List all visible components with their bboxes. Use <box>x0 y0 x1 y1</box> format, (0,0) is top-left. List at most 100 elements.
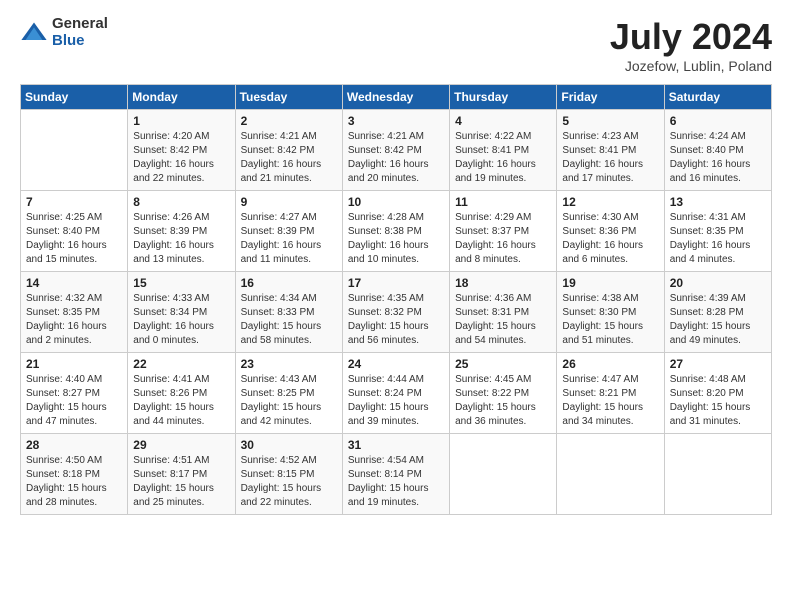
cell-4-4 <box>450 434 557 515</box>
day-detail-4-2: Sunrise: 4:52 AM Sunset: 8:15 PM Dayligh… <box>241 454 337 510</box>
day-number-2-6: 20 <box>670 276 766 290</box>
cell-0-6: 6 Sunrise: 4:24 AM Sunset: 8:40 PM Daylig… <box>664 110 771 191</box>
day-detail-0-4: Sunrise: 4:22 AM Sunset: 8:41 PM Dayligh… <box>455 130 551 186</box>
day-number-2-3: 17 <box>348 276 444 290</box>
day-number-4-1: 29 <box>133 438 229 452</box>
day-detail-2-6: Sunrise: 4:39 AM Sunset: 8:28 PM Dayligh… <box>670 292 766 348</box>
cell-3-4: 25 Sunrise: 4:45 AM Sunset: 8:22 PM Dayli… <box>450 353 557 434</box>
day-number-0-2: 2 <box>241 114 337 128</box>
day-detail-3-1: Sunrise: 4:41 AM Sunset: 8:26 PM Dayligh… <box>133 373 229 429</box>
day-number-0-5: 5 <box>562 114 658 128</box>
day-detail-3-5: Sunrise: 4:47 AM Sunset: 8:21 PM Dayligh… <box>562 373 658 429</box>
day-detail-0-3: Sunrise: 4:21 AM Sunset: 8:42 PM Dayligh… <box>348 130 444 186</box>
day-detail-0-6: Sunrise: 4:24 AM Sunset: 8:40 PM Dayligh… <box>670 130 766 186</box>
day-number-4-0: 28 <box>26 438 122 452</box>
day-number-1-1: 8 <box>133 195 229 209</box>
logo-general-text: General <box>52 16 108 33</box>
day-number-0-4: 4 <box>455 114 551 128</box>
day-number-2-1: 15 <box>133 276 229 290</box>
cell-0-1: 1 Sunrise: 4:20 AM Sunset: 8:42 PM Daylig… <box>128 110 235 191</box>
title-block: July 2024 Jozefow, Lublin, Poland <box>610 16 772 74</box>
calendar-body: 1 Sunrise: 4:20 AM Sunset: 8:42 PM Daylig… <box>21 110 772 515</box>
cell-2-1: 15Sunrise: 4:33 AM Sunset: 8:34 PM Dayli… <box>128 272 235 353</box>
day-detail-0-2: Sunrise: 4:21 AM Sunset: 8:42 PM Dayligh… <box>241 130 337 186</box>
main-title: July 2024 <box>610 16 772 58</box>
week-row-3: 21 Sunrise: 4:40 AM Sunset: 8:27 PM Dayli… <box>21 353 772 434</box>
day-number-4-3: 31 <box>348 438 444 452</box>
header-monday: Monday <box>128 85 235 110</box>
week-row-0: 1 Sunrise: 4:20 AM Sunset: 8:42 PM Daylig… <box>21 110 772 191</box>
cell-0-4: 4 Sunrise: 4:22 AM Sunset: 8:41 PM Daylig… <box>450 110 557 191</box>
cell-2-0: 14Sunrise: 4:32 AM Sunset: 8:35 PM Dayli… <box>21 272 128 353</box>
logo-text: General Blue <box>52 16 108 49</box>
header-row: General Blue July 2024 Jozefow, Lublin, … <box>20 16 772 74</box>
cell-4-2: 30Sunrise: 4:52 AM Sunset: 8:15 PM Dayli… <box>235 434 342 515</box>
day-detail-3-6: Sunrise: 4:48 AM Sunset: 8:20 PM Dayligh… <box>670 373 766 429</box>
cell-1-4: 11 Sunrise: 4:29 AM Sunset: 8:37 PM Dayli… <box>450 191 557 272</box>
day-number-2-2: 16 <box>241 276 337 290</box>
day-detail-2-3: Sunrise: 4:35 AM Sunset: 8:32 PM Dayligh… <box>348 292 444 348</box>
day-number-3-4: 25 <box>455 357 551 371</box>
day-number-2-4: 18 <box>455 276 551 290</box>
day-detail-0-1: Sunrise: 4:20 AM Sunset: 8:42 PM Dayligh… <box>133 130 229 186</box>
cell-0-0 <box>21 110 128 191</box>
cell-3-3: 24 Sunrise: 4:44 AM Sunset: 8:24 PM Dayli… <box>342 353 449 434</box>
cell-3-0: 21 Sunrise: 4:40 AM Sunset: 8:27 PM Dayli… <box>21 353 128 434</box>
header-thursday: Thursday <box>450 85 557 110</box>
week-row-1: 7Sunrise: 4:25 AM Sunset: 8:40 PM Daylig… <box>21 191 772 272</box>
cell-2-3: 17 Sunrise: 4:35 AM Sunset: 8:32 PM Dayli… <box>342 272 449 353</box>
day-detail-1-4: Sunrise: 4:29 AM Sunset: 8:37 PM Dayligh… <box>455 211 551 267</box>
day-detail-2-5: Sunrise: 4:38 AM Sunset: 8:30 PM Dayligh… <box>562 292 658 348</box>
cell-1-2: 9Sunrise: 4:27 AM Sunset: 8:39 PM Daylig… <box>235 191 342 272</box>
header-sunday: Sunday <box>21 85 128 110</box>
day-detail-1-5: Sunrise: 4:30 AM Sunset: 8:36 PM Dayligh… <box>562 211 658 267</box>
cell-2-4: 18 Sunrise: 4:36 AM Sunset: 8:31 PM Dayli… <box>450 272 557 353</box>
day-number-3-2: 23 <box>241 357 337 371</box>
calendar-header: Sunday Monday Tuesday Wednesday Thursday… <box>21 85 772 110</box>
header-wednesday: Wednesday <box>342 85 449 110</box>
cell-0-5: 5 Sunrise: 4:23 AM Sunset: 8:41 PM Daylig… <box>557 110 664 191</box>
day-number-3-3: 24 <box>348 357 444 371</box>
cell-3-5: 26 Sunrise: 4:47 AM Sunset: 8:21 PM Dayli… <box>557 353 664 434</box>
day-number-0-6: 6 <box>670 114 766 128</box>
cell-4-6 <box>664 434 771 515</box>
day-detail-2-0: Sunrise: 4:32 AM Sunset: 8:35 PM Dayligh… <box>26 292 122 348</box>
cell-3-2: 23Sunrise: 4:43 AM Sunset: 8:25 PM Dayli… <box>235 353 342 434</box>
week-row-4: 28 Sunrise: 4:50 AM Sunset: 8:18 PM Dayli… <box>21 434 772 515</box>
cell-0-3: 3 Sunrise: 4:21 AM Sunset: 8:42 PM Daylig… <box>342 110 449 191</box>
day-detail-2-2: Sunrise: 4:34 AM Sunset: 8:33 PM Dayligh… <box>241 292 337 348</box>
main-container: General Blue July 2024 Jozefow, Lublin, … <box>0 0 792 525</box>
cell-2-6: 20 Sunrise: 4:39 AM Sunset: 8:28 PM Dayli… <box>664 272 771 353</box>
day-number-1-6: 13 <box>670 195 766 209</box>
day-number-0-3: 3 <box>348 114 444 128</box>
day-number-1-5: 12 <box>562 195 658 209</box>
day-number-0-1: 1 <box>133 114 229 128</box>
cell-3-1: 22 Sunrise: 4:41 AM Sunset: 8:26 PM Dayli… <box>128 353 235 434</box>
day-detail-2-4: Sunrise: 4:36 AM Sunset: 8:31 PM Dayligh… <box>455 292 551 348</box>
day-detail-4-0: Sunrise: 4:50 AM Sunset: 8:18 PM Dayligh… <box>26 454 122 510</box>
day-detail-0-5: Sunrise: 4:23 AM Sunset: 8:41 PM Dayligh… <box>562 130 658 186</box>
cell-1-6: 13Sunrise: 4:31 AM Sunset: 8:35 PM Dayli… <box>664 191 771 272</box>
cell-4-0: 28 Sunrise: 4:50 AM Sunset: 8:18 PM Dayli… <box>21 434 128 515</box>
day-detail-3-0: Sunrise: 4:40 AM Sunset: 8:27 PM Dayligh… <box>26 373 122 429</box>
day-detail-3-3: Sunrise: 4:44 AM Sunset: 8:24 PM Dayligh… <box>348 373 444 429</box>
cell-0-2: 2 Sunrise: 4:21 AM Sunset: 8:42 PM Daylig… <box>235 110 342 191</box>
calendar-table: Sunday Monday Tuesday Wednesday Thursday… <box>20 84 772 515</box>
cell-2-2: 16 Sunrise: 4:34 AM Sunset: 8:33 PM Dayli… <box>235 272 342 353</box>
day-number-1-3: 10 <box>348 195 444 209</box>
header-saturday: Saturday <box>664 85 771 110</box>
subtitle: Jozefow, Lublin, Poland <box>610 58 772 74</box>
day-number-1-2: 9 <box>241 195 337 209</box>
cell-1-3: 10 Sunrise: 4:28 AM Sunset: 8:38 PM Dayli… <box>342 191 449 272</box>
day-detail-1-3: Sunrise: 4:28 AM Sunset: 8:38 PM Dayligh… <box>348 211 444 267</box>
day-number-3-1: 22 <box>133 357 229 371</box>
cell-4-5 <box>557 434 664 515</box>
day-number-3-5: 26 <box>562 357 658 371</box>
logo-blue-text: Blue <box>52 33 108 50</box>
day-number-1-4: 11 <box>455 195 551 209</box>
day-number-3-0: 21 <box>26 357 122 371</box>
day-detail-4-1: Sunrise: 4:51 AM Sunset: 8:17 PM Dayligh… <box>133 454 229 510</box>
day-detail-3-4: Sunrise: 4:45 AM Sunset: 8:22 PM Dayligh… <box>455 373 551 429</box>
day-number-1-0: 7 <box>26 195 122 209</box>
header-tuesday: Tuesday <box>235 85 342 110</box>
